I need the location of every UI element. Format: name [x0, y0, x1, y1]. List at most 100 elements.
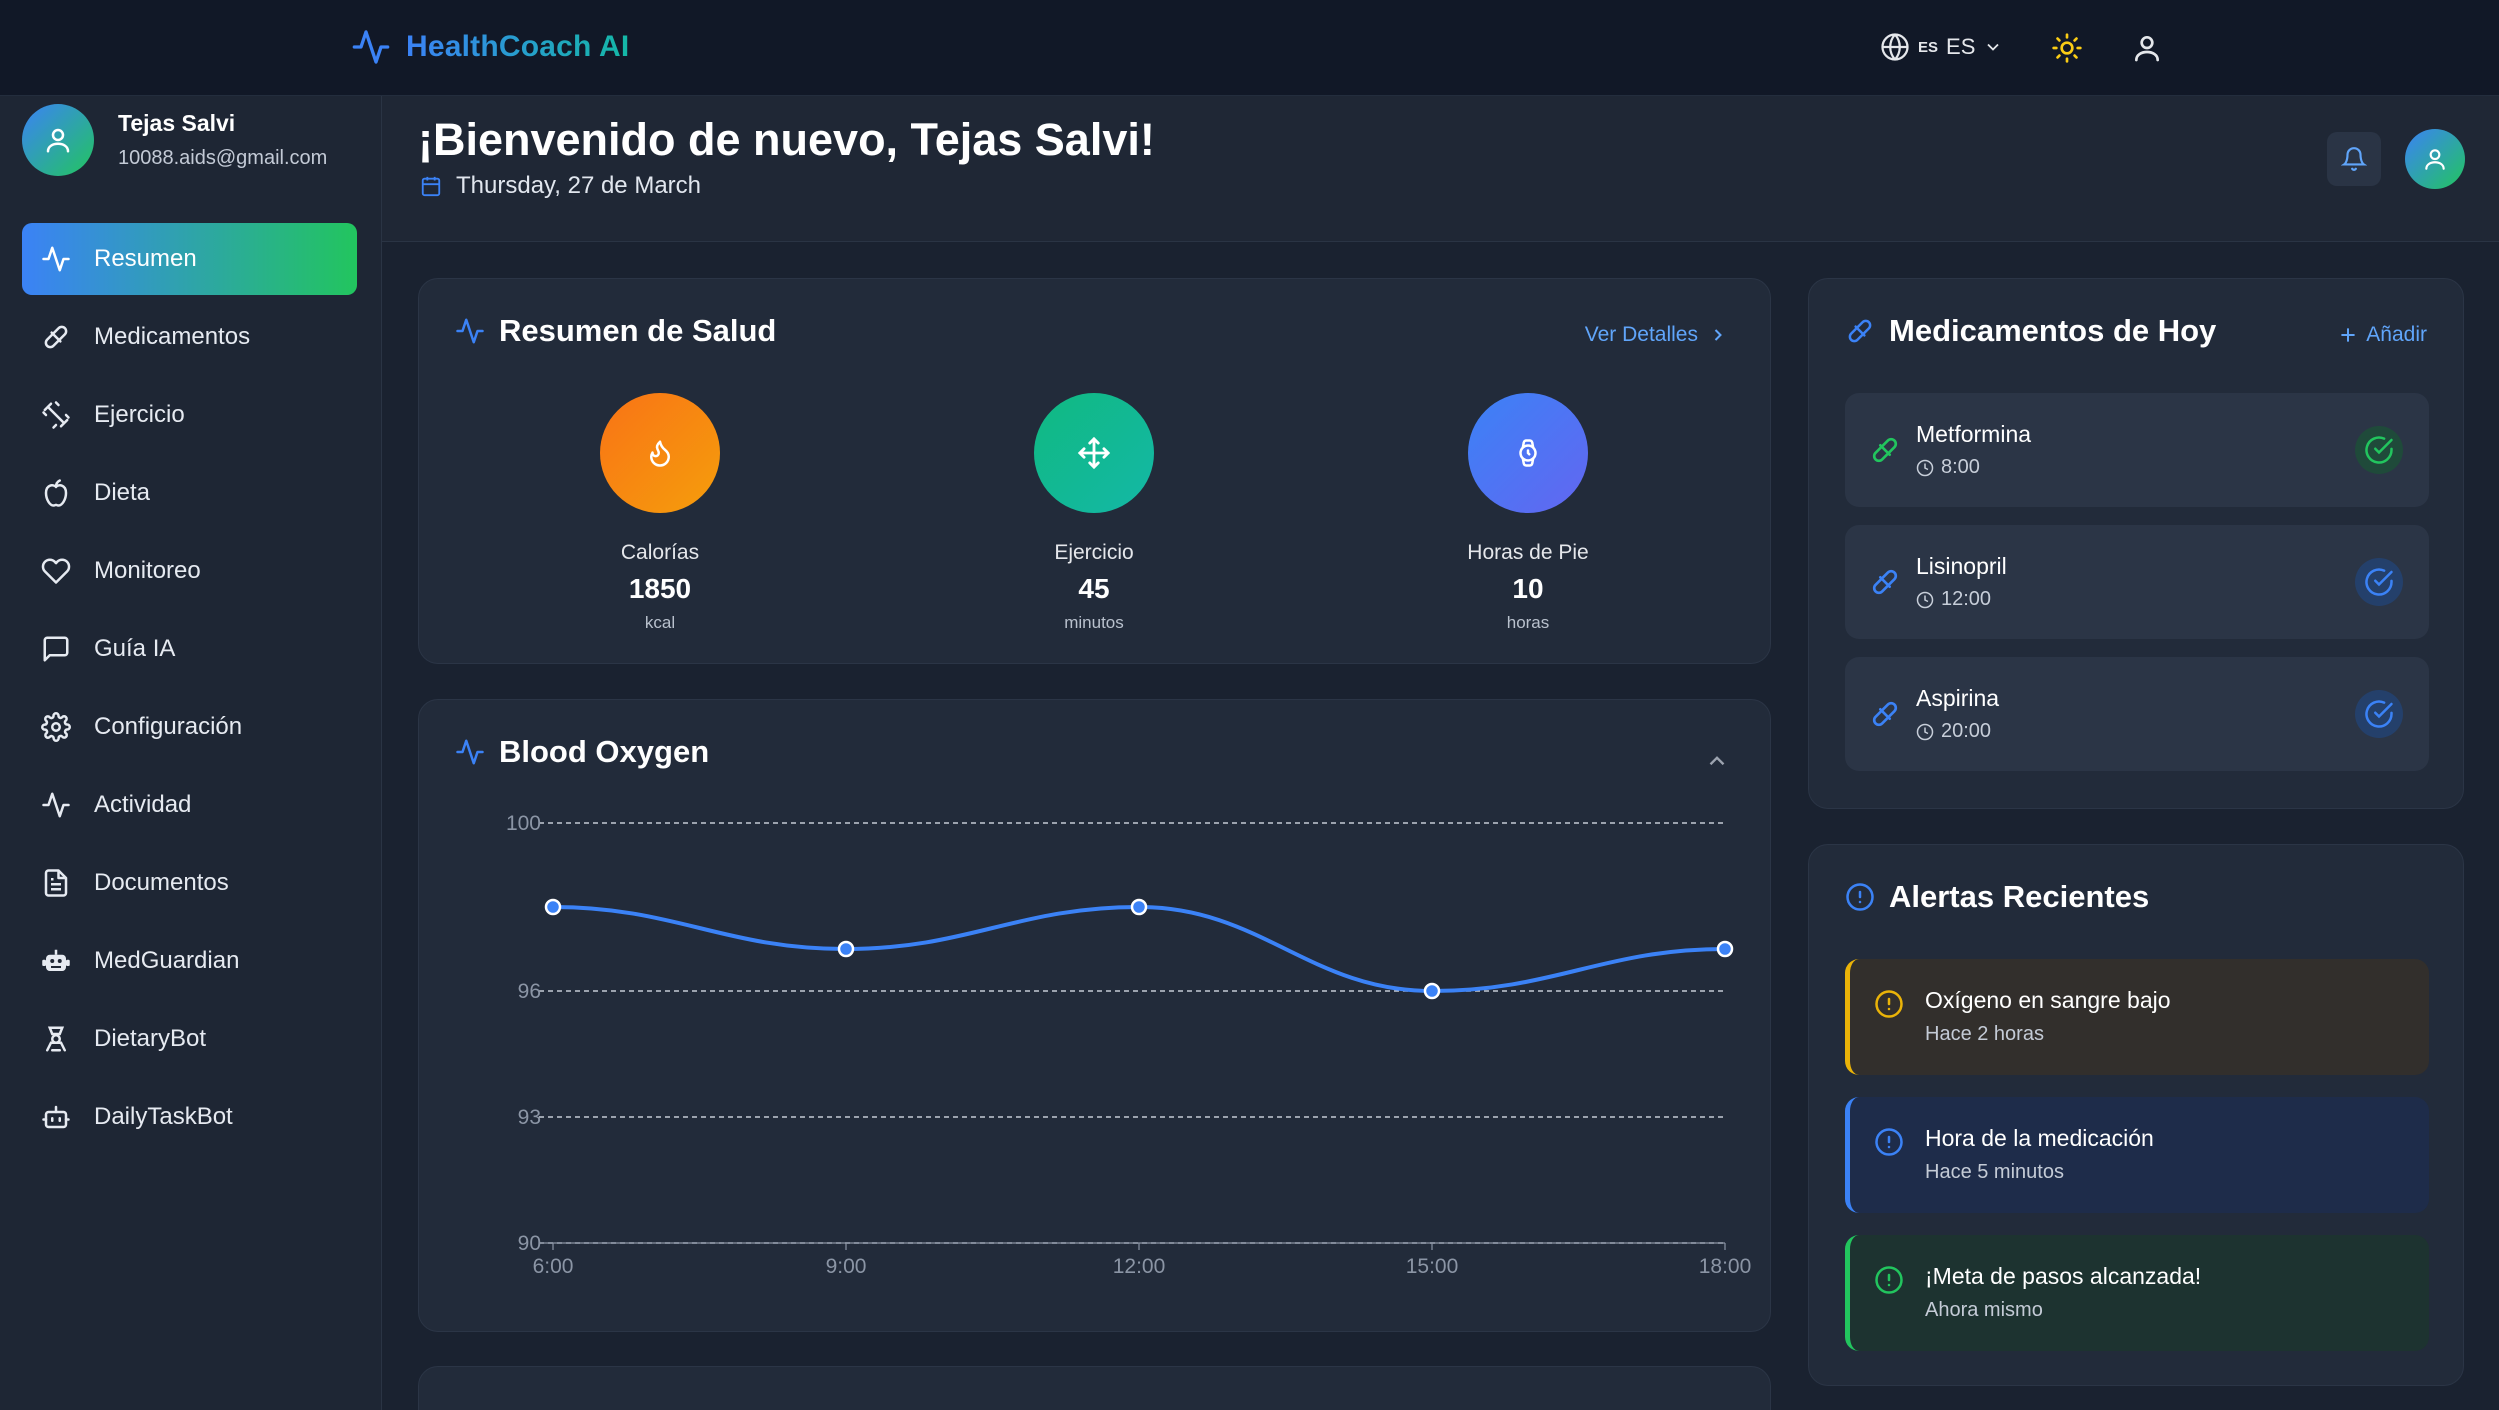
language-label: ES — [1946, 34, 1976, 59]
check-circle-icon — [2364, 435, 2394, 465]
metric-icon-circle — [1468, 393, 1588, 513]
current-date: Thursday, 27 de March — [420, 172, 701, 200]
sidebar-item-configuracion[interactable]: Configuración — [22, 691, 357, 763]
mark-taken-button[interactable] — [2355, 426, 2403, 474]
view-details-label: Ver Detalles — [1584, 323, 1698, 346]
user-profile[interactable]: Tejas Salvi 10088.aids@gmail.com — [22, 104, 327, 176]
card-header: Resumen de Salud — [455, 313, 776, 349]
pill-icon — [1869, 434, 1901, 466]
medication-item[interactable]: Metformina 8:00 — [1845, 393, 2429, 507]
metric-calorias: Calorías 1850 kcal — [530, 393, 790, 633]
user-icon — [2131, 32, 2163, 64]
alert-item[interactable]: ¡Meta de pasos alcanzada! Ahora mismo — [1845, 1235, 2429, 1351]
metric-icon-circle — [600, 393, 720, 513]
sidebar-item-dietarybot[interactable]: DietaryBot — [22, 1003, 357, 1075]
data-point — [1716, 940, 1734, 958]
activity-icon — [40, 243, 72, 275]
chevron-right-icon — [1708, 325, 1728, 345]
sidebar-item-ejercicio[interactable]: Ejercicio — [22, 379, 357, 451]
alert-item[interactable]: Hora de la medicación Hace 5 minutos — [1845, 1097, 2429, 1213]
pill-icon — [40, 321, 72, 353]
y-tick-label: 100 — [506, 812, 541, 835]
alert-item[interactable]: Oxígeno en sangre bajo Hace 2 horas — [1845, 959, 2429, 1075]
sidebar-item-monitoreo[interactable]: Monitoreo — [22, 535, 357, 607]
sidebar-item-label: Guía IA — [94, 635, 176, 662]
medication-name: Aspirina — [1916, 685, 2000, 711]
blood-oxygen-chart: 90 93 96 100 6:00 9:00 12:00 15:00 18:00 — [506, 812, 1751, 1278]
heart-icon — [40, 555, 72, 587]
partial-card — [418, 1366, 1771, 1410]
sidebar-item-medguardian[interactable]: MedGuardian — [22, 925, 357, 997]
data-point — [544, 898, 562, 916]
sidebar-item-guia-ia[interactable]: Guía IA — [22, 613, 357, 685]
document-icon — [40, 867, 72, 899]
activity-icon — [40, 789, 72, 821]
sidebar-item-label: Configuración — [94, 713, 243, 740]
x-tick-label: 15:00 — [1406, 1255, 1459, 1278]
medication-name: Lisinopril — [1916, 553, 2007, 579]
mark-taken-button[interactable] — [2355, 690, 2403, 738]
sidebar-item-actividad[interactable]: Actividad — [22, 769, 357, 841]
pill-icon — [1869, 566, 1901, 598]
medication-name: Metformina — [1916, 421, 2032, 447]
medication-item[interactable]: Lisinopril 12:00 — [1845, 525, 2429, 639]
alert-circle-icon — [1845, 882, 1875, 912]
sidebar-item-label: Actividad — [94, 791, 192, 818]
notifications-button[interactable] — [2327, 132, 2381, 186]
sidebar-item-label: Resumen — [94, 245, 197, 272]
y-tick-label: 96 — [518, 980, 541, 1003]
alert-title: Oxígeno en sangre bajo — [1925, 987, 2171, 1013]
move-icon — [1077, 436, 1111, 470]
metric-label: Horas de Pie — [1467, 541, 1589, 564]
sidebar-item-label: Medicamentos — [94, 323, 251, 350]
sidebar-item-dieta[interactable]: Dieta — [22, 457, 357, 529]
metric-value: 45 — [1078, 573, 1110, 604]
clock-icon — [1916, 723, 1934, 741]
watch-icon — [1519, 439, 1537, 467]
sidebar-item-label: DailyTaskBot — [94, 1103, 233, 1130]
page-header: ¡Bienvenido de nuevo, Tejas Salvi! Thurs… — [382, 96, 2499, 242]
alert-circle-icon — [1874, 1265, 1904, 1295]
user-email: 10088.aids@gmail.com — [118, 147, 328, 169]
sidebar-item-medicamentos[interactable]: Medicamentos — [22, 301, 357, 373]
sidebar-item-resumen[interactable]: Resumen — [22, 223, 357, 295]
top-bar: HealthCoach AI ES ES — [0, 0, 2499, 96]
card-header: Alertas Recientes — [1845, 879, 2149, 915]
sidebar-item-label: DietaryBot — [94, 1025, 207, 1052]
check-circle-icon — [2364, 699, 2394, 729]
medication-time: 8:00 — [1916, 456, 1980, 479]
view-details-link[interactable]: Ver Detalles — [1585, 323, 1728, 347]
sidebar-item-documentos[interactable]: Documentos — [22, 847, 357, 919]
add-medication-button[interactable]: Añadir — [2338, 323, 2427, 347]
pill-icon — [1845, 316, 1875, 346]
language-flag: ES — [1918, 38, 1939, 56]
sun-icon — [2051, 32, 2083, 64]
mark-taken-button[interactable] — [2355, 558, 2403, 606]
metric-icon-circle — [1034, 393, 1154, 513]
medication-item[interactable]: Aspirina 20:00 — [1845, 657, 2429, 771]
brand[interactable]: HealthCoach AI — [348, 27, 629, 67]
robot-icon — [40, 945, 72, 977]
data-point — [837, 940, 855, 958]
sidebar-item-label: Ejercicio — [94, 401, 185, 428]
alert-circle-icon — [1874, 989, 1904, 1019]
metric-value: 10 — [1512, 573, 1544, 604]
health-summary-card: Resumen de Salud Ver Detalles Calorías 1… — [418, 278, 1771, 664]
avatar — [22, 104, 94, 176]
sidebar-item-dailytaskbot[interactable]: DailyTaskBot — [22, 1081, 357, 1153]
pulse-logo-icon — [348, 27, 394, 67]
metric-label: Ejercicio — [1054, 541, 1134, 564]
medications-card: Medicamentos de Hoy Añadir Metformina 8:… — [1808, 278, 2464, 809]
theme-toggle-button[interactable] — [2051, 32, 2083, 64]
clock-icon — [1916, 459, 1934, 477]
alert-title: ¡Meta de pasos alcanzada! — [1925, 1263, 2202, 1289]
data-point — [1423, 982, 1441, 1000]
series-line — [552, 904, 1726, 994]
sidebar-item-label: MedGuardian — [94, 947, 240, 974]
medication-time-text: 20:00 — [1941, 720, 1992, 742]
language-selector[interactable]: ES ES — [1880, 32, 2003, 62]
medication-time: 12:00 — [1916, 588, 1991, 611]
user-menu-button[interactable] — [2131, 32, 2163, 64]
chevron-down-icon — [1983, 37, 2003, 57]
header-avatar[interactable] — [2405, 129, 2465, 189]
